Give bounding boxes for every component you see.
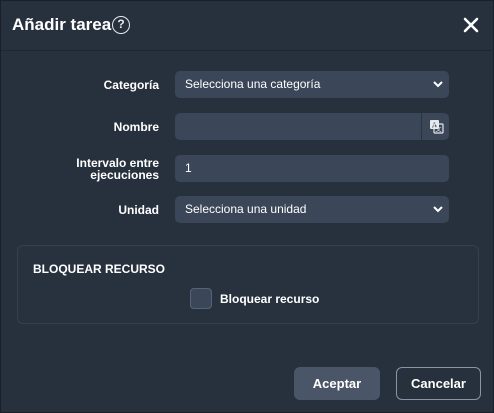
chevron-down-icon [433,81,443,88]
cancel-button[interactable]: Cancelar [396,367,481,400]
category-select-value: Selecciona una categoría [185,77,321,91]
chevron-down-icon [433,206,443,213]
name-input[interactable] [175,113,421,140]
unit-label: Unidad [118,203,159,217]
close-icon[interactable] [461,15,481,35]
dialog-header: Añadir tarea ? [1,1,494,51]
unit-select-value: Selecciona una unidad [185,202,307,216]
name-label: Nombre [113,120,159,134]
accept-button[interactable]: Aceptar [294,367,380,400]
lock-resource-title: BLOQUEAR RECURSO [33,262,166,276]
help-icon[interactable]: ? [112,16,130,34]
add-task-dialog: Añadir tarea ? Categoría Selecciona una … [0,0,494,413]
svg-text:文: 文 [435,126,441,134]
translate-icon: A 文 [430,120,444,134]
lock-resource-panel: BLOQUEAR RECURSO Bloquear recurso [17,245,479,324]
translate-button[interactable]: A 文 [421,113,449,140]
interval-input[interactable]: 1 [175,155,449,182]
dialog-title: Añadir tarea [12,15,112,34]
interval-label-line2: ejecuciones [90,168,159,182]
category-select[interactable]: Selecciona una categoría [175,71,449,98]
unit-select[interactable]: Selecciona una unidad [175,196,449,223]
interval-input-value: 1 [185,161,192,175]
lock-resource-checkbox-label[interactable]: Bloquear recurso [220,292,319,306]
category-label: Categoría [103,78,159,92]
lock-resource-checkbox[interactable] [190,288,212,309]
